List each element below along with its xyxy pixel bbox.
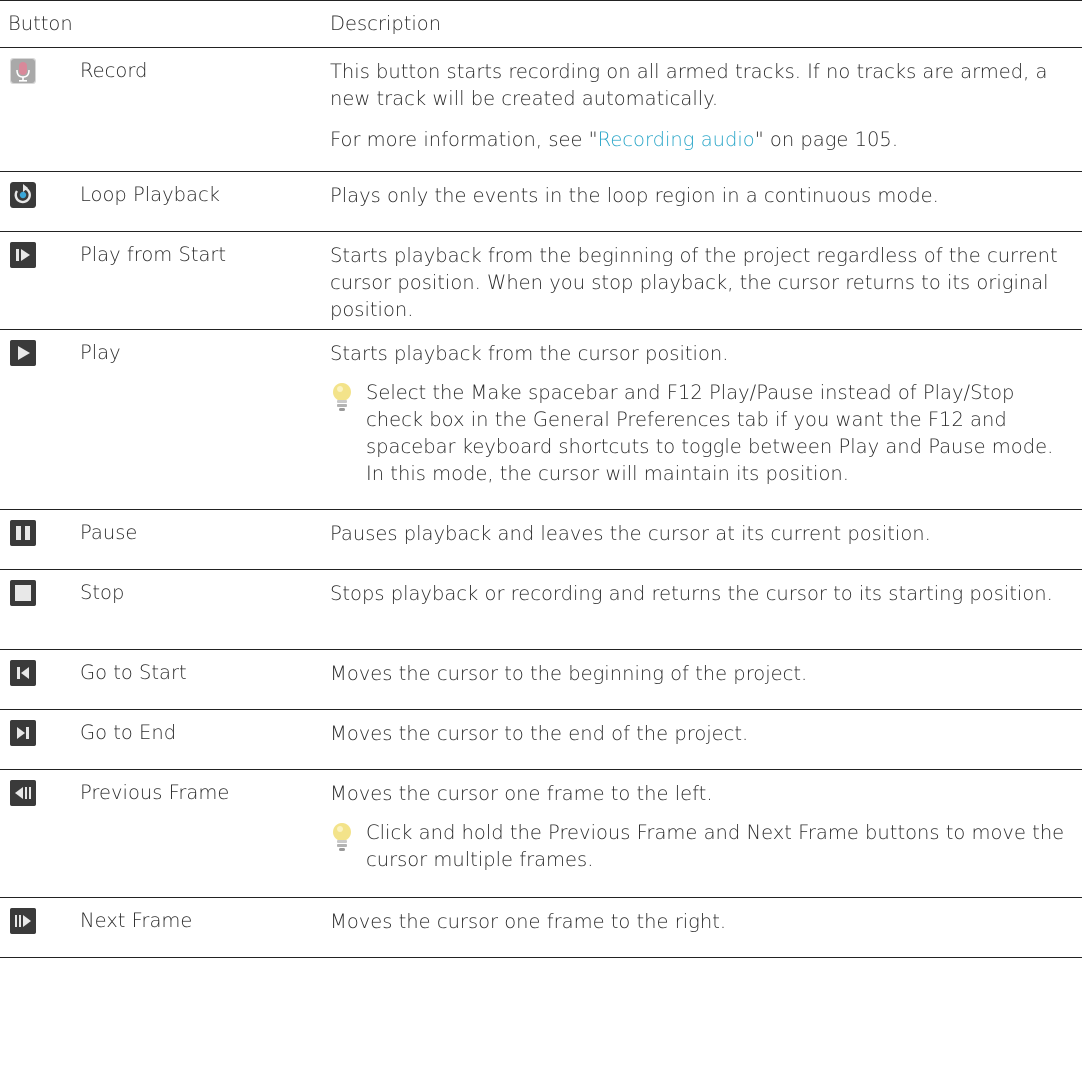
pause-icon — [10, 520, 36, 546]
button-name: Pause — [80, 521, 138, 544]
button-name: Loop Playback — [80, 183, 220, 206]
description-text: Starts playback from the beginning of th… — [330, 244, 1058, 321]
tip-text: Click and hold the Previous Frame and Ne… — [366, 821, 1065, 871]
description-text: Moves the cursor one frame to the right. — [330, 910, 727, 933]
description-text: Plays only the events in the loop region… — [330, 184, 939, 207]
button-name: Play — [80, 341, 121, 364]
table-row: Loop Playback Plays only the events in t… — [0, 172, 1082, 232]
header-button: Button — [8, 12, 73, 35]
record-icon — [10, 58, 36, 84]
description-text: This button starts recording on all arme… — [330, 60, 1048, 110]
button-name: Go to Start — [80, 661, 187, 684]
reference-suffix: " on page 105. — [754, 128, 899, 151]
table-row: Next Frame Moves the cursor one frame to… — [0, 898, 1082, 958]
button-name: Next Frame — [80, 909, 193, 932]
button-name: Record — [80, 59, 148, 82]
description-text: Moves the cursor to the beginning of the… — [330, 662, 808, 685]
play-icon — [10, 340, 36, 366]
button-name: Go to End — [80, 721, 177, 744]
stop-icon — [10, 580, 36, 606]
table-row: Pause Pauses playback and leaves the cur… — [0, 510, 1082, 570]
table-row: Go to Start Moves the cursor to the begi… — [0, 650, 1082, 710]
next-frame-icon — [10, 908, 36, 934]
description-text: Moves the cursor to the end of the proje… — [330, 722, 749, 745]
description-text: Moves the cursor one frame to the left. — [330, 782, 713, 805]
tip-note: Click and hold the Previous Frame and Ne… — [330, 819, 1068, 873]
button-reference-table: Button Description Record This button st… — [0, 0, 1082, 958]
previous-frame-icon — [10, 780, 36, 806]
description-text: Starts playback from the cursor position… — [330, 342, 729, 365]
play-from-start-icon — [10, 242, 36, 268]
loop-playback-icon — [10, 182, 36, 208]
cross-reference: For more information, see "Recording aud… — [330, 126, 1068, 153]
table-header-row: Button Description — [0, 0, 1082, 48]
lightbulb-icon — [333, 383, 351, 411]
button-name: Previous Frame — [80, 781, 230, 804]
recording-audio-link[interactable]: Recording audio — [598, 128, 755, 151]
button-name: Play from Start — [80, 243, 227, 266]
table-row: Go to End Moves the cursor to the end of… — [0, 710, 1082, 770]
table-row: Previous Frame Moves the cursor one fram… — [0, 770, 1082, 898]
table-row: Stop Stops playback or recording and ret… — [0, 570, 1082, 650]
button-name: Stop — [80, 581, 125, 604]
table-row: Play Starts playback from the cursor pos… — [0, 330, 1082, 510]
table-row: Play from Start Starts playback from the… — [0, 232, 1082, 330]
description-text: Stops playback or recording and returns … — [330, 582, 1053, 605]
go-to-end-icon — [10, 720, 36, 746]
go-to-start-icon — [10, 660, 36, 686]
header-description: Description — [330, 12, 442, 35]
lightbulb-icon — [333, 823, 351, 851]
description-text: Pauses playback and leaves the cursor at… — [330, 522, 931, 545]
reference-prefix: For more information, see " — [330, 128, 598, 151]
tip-note: Select the Make spacebar and F12 Play/Pa… — [330, 379, 1068, 487]
tip-text: Select the Make spacebar and F12 Play/Pa… — [366, 381, 1054, 485]
table-row: Record This button starts recording on a… — [0, 48, 1082, 172]
